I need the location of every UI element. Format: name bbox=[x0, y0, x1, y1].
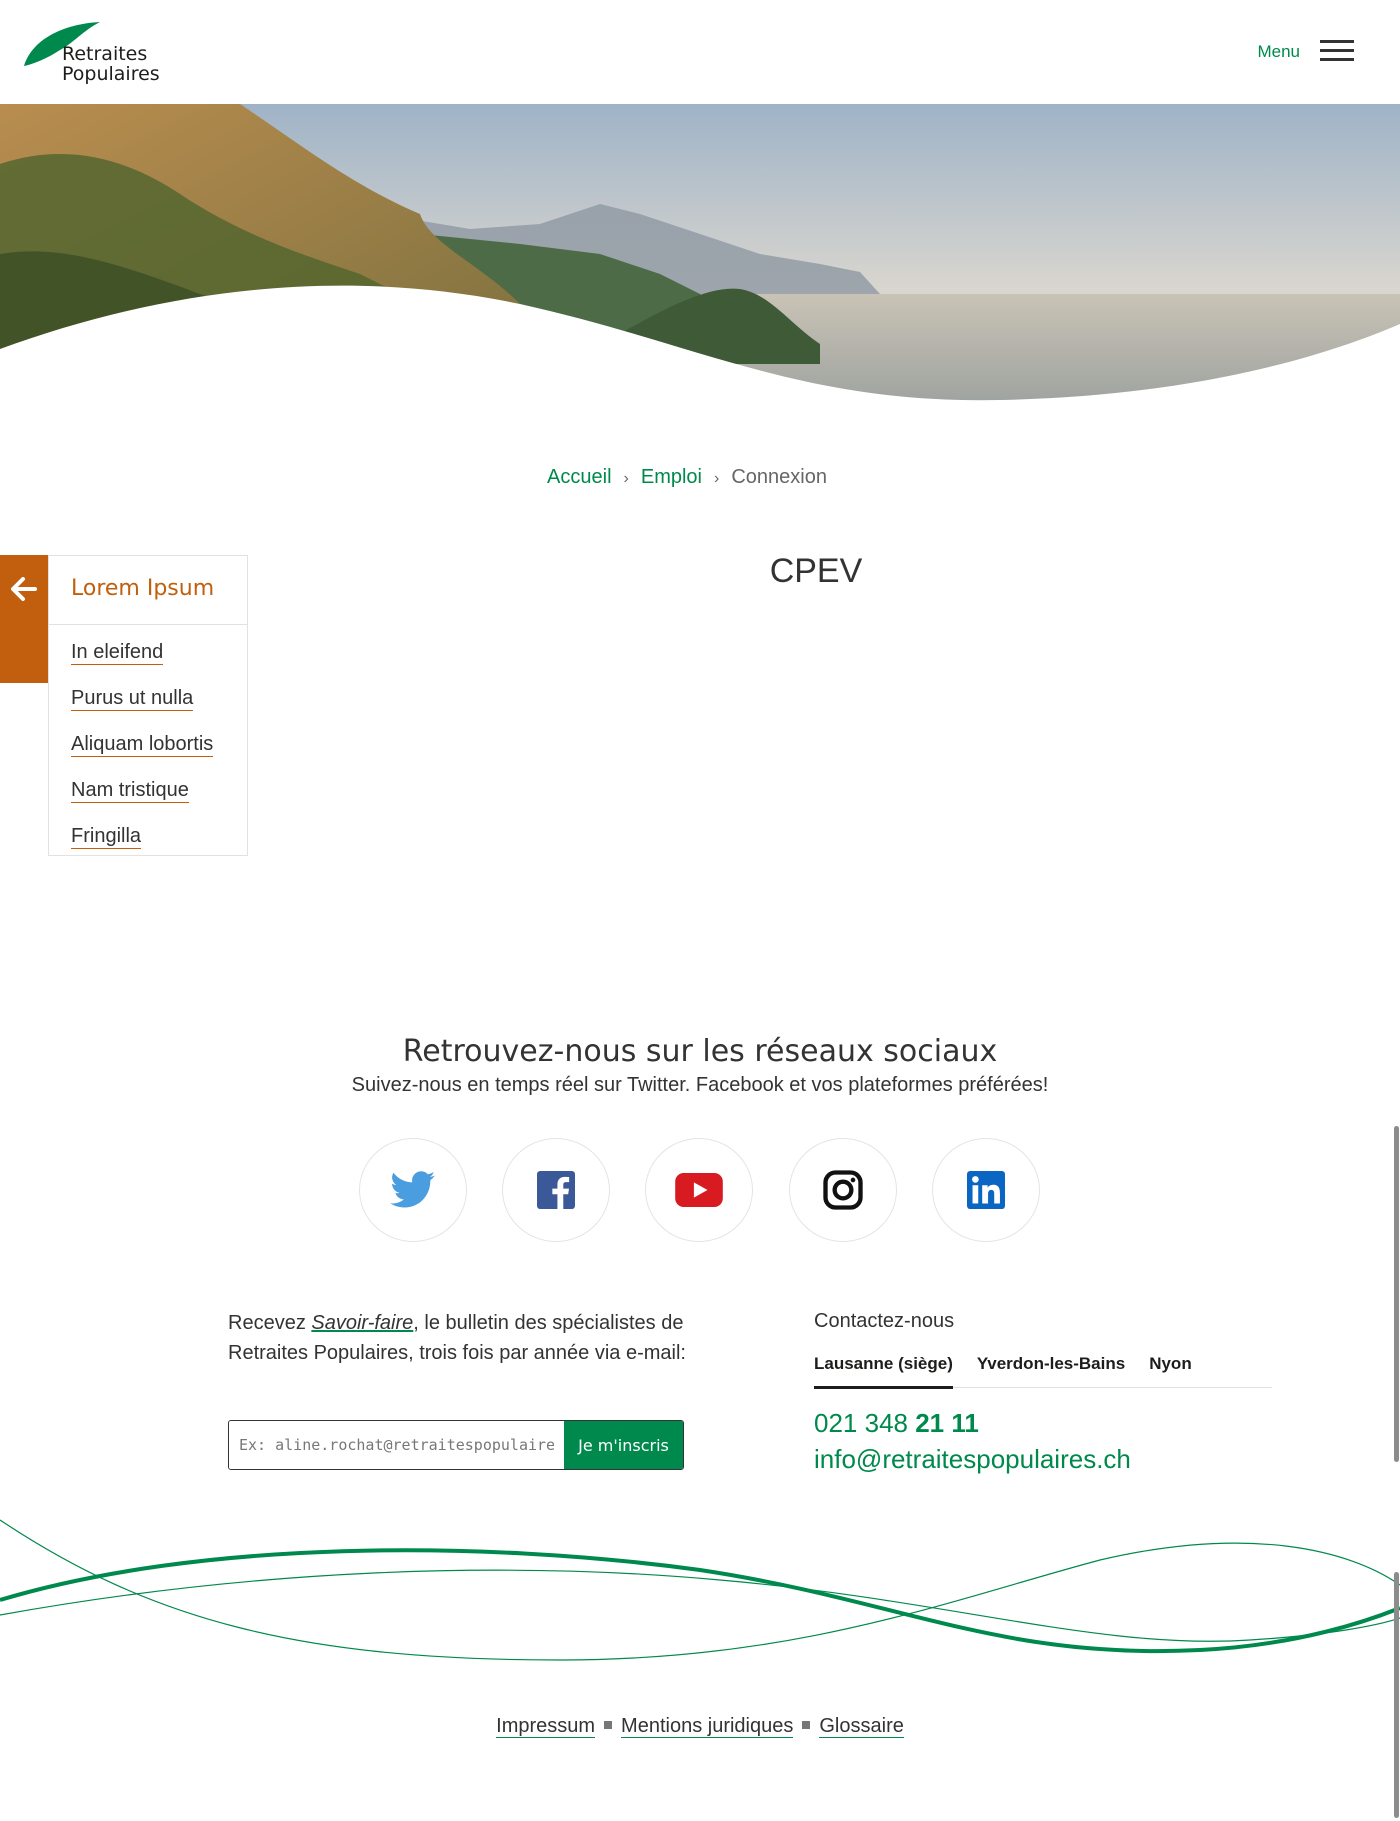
scrollbar-thumb[interactable] bbox=[1394, 1126, 1399, 1462]
hamburger-menu-icon[interactable] bbox=[1320, 40, 1354, 62]
breadcrumb-link-accueil[interactable]: Accueil bbox=[547, 466, 611, 488]
page-title: CPEV bbox=[769, 552, 863, 590]
decorative-waves bbox=[0, 1519, 1400, 1661]
sidebar-item: Purus ut nulla bbox=[71, 679, 247, 725]
footer-link-glossaire[interactable]: Glossaire bbox=[819, 1715, 904, 1738]
coastal-landscape-image bbox=[0, 104, 1400, 444]
facebook-icon bbox=[537, 1171, 575, 1209]
sidebar-item-nam-tristique[interactable]: Nam tristique bbox=[71, 779, 189, 803]
logo-text: Retraites Populaires bbox=[62, 44, 160, 84]
arrow-left-icon bbox=[11, 577, 37, 601]
footer-separator bbox=[802, 1721, 811, 1729]
breadcrumb-current: Connexion bbox=[731, 466, 827, 488]
linkedin-icon bbox=[967, 1171, 1005, 1209]
contact-email-link[interactable]: info@retraitespopulaires.ch bbox=[814, 1444, 1131, 1475]
subscribe-button[interactable]: Je m'inscris bbox=[564, 1421, 683, 1469]
sidebar-item: Aliquam lobortis bbox=[71, 725, 247, 771]
breadcrumb: Accueil › Emploi › Connexion bbox=[0, 466, 1400, 489]
sidebar-item-purus-ut-nulla[interactable]: Purus ut nulla bbox=[71, 687, 194, 711]
logo-line-2: Populaires bbox=[62, 63, 160, 85]
social-subtitle: Suivez-nous en temps réel sur Twitter. F… bbox=[351, 1074, 1049, 1096]
sidebar-item-fringilla[interactable]: Fringilla bbox=[71, 825, 142, 849]
sidebar-item-in-eleifend[interactable]: In eleifend bbox=[71, 641, 164, 665]
instagram-link[interactable] bbox=[789, 1138, 897, 1242]
youtube-icon bbox=[675, 1173, 723, 1207]
breadcrumb-link-emploi[interactable]: Emploi bbox=[641, 466, 702, 488]
hero-image bbox=[0, 104, 1400, 444]
contact-phone-link[interactable]: 021 348 21 11 bbox=[814, 1408, 979, 1439]
sidebar-item: Nam tristique bbox=[71, 771, 247, 817]
breadcrumb-separator: › bbox=[714, 470, 720, 487]
youtube-link[interactable] bbox=[645, 1138, 753, 1242]
logo[interactable]: Retraites Populaires bbox=[22, 20, 182, 84]
sidebar-panel: Lorem Ipsum In eleifend Purus ut nulla A… bbox=[48, 555, 248, 856]
instagram-icon bbox=[823, 1170, 863, 1210]
breadcrumb-separator: › bbox=[623, 470, 629, 487]
contact-tabs: Lausanne (siège) Yverdon-les-Bains Nyon bbox=[814, 1354, 1272, 1389]
newsletter-email-input[interactable] bbox=[229, 1421, 564, 1469]
tab-lausanne[interactable]: Lausanne (siège) bbox=[814, 1354, 953, 1389]
savoir-faire-link[interactable]: Savoir-faire bbox=[311, 1312, 413, 1334]
tab-nyon[interactable]: Nyon bbox=[1149, 1354, 1192, 1389]
social-title: Retrouvez-nous sur les réseaux sociaux bbox=[402, 1034, 998, 1069]
twitter-icon bbox=[390, 1171, 436, 1208]
footer-link-impressum[interactable]: Impressum bbox=[496, 1715, 596, 1738]
tab-yverdon-les-bains[interactable]: Yverdon-les-Bains bbox=[977, 1354, 1125, 1389]
sidebar-item: In eleifend bbox=[71, 633, 247, 679]
sidebar-item-aliquam-lobortis[interactable]: Aliquam lobortis bbox=[71, 733, 214, 757]
twitter-link[interactable] bbox=[359, 1138, 467, 1242]
newsletter-form: Je m'inscris bbox=[228, 1420, 684, 1470]
scrollbar-thumb-secondary[interactable] bbox=[1394, 1572, 1399, 1818]
sidebar-title: Lorem Ipsum bbox=[49, 556, 247, 625]
sidebar-list: In eleifend Purus ut nulla Aliquam lobor… bbox=[49, 625, 247, 863]
sidebar-item: Fringilla bbox=[71, 817, 247, 863]
linkedin-link[interactable] bbox=[932, 1138, 1040, 1242]
footer-links: Impressum Mentions juridiques Glossaire bbox=[0, 1715, 1400, 1738]
site-header: Retraites Populaires Menu bbox=[0, 0, 1400, 104]
facebook-link[interactable] bbox=[502, 1138, 610, 1242]
sidebar-back-button[interactable] bbox=[0, 555, 48, 683]
footer-separator bbox=[604, 1721, 613, 1729]
footer-link-mentions-juridiques[interactable]: Mentions juridiques bbox=[621, 1715, 794, 1738]
logo-line-1: Retraites bbox=[62, 43, 148, 65]
menu-label[interactable]: Menu bbox=[1257, 42, 1300, 62]
newsletter-text: Recevez Savoir-faire, le bulletin des sp… bbox=[228, 1308, 698, 1368]
newsletter-text-before: Recevez bbox=[228, 1312, 312, 1334]
phone-prefix: 021 348 bbox=[814, 1408, 916, 1438]
phone-bold: 21 11 bbox=[915, 1408, 979, 1438]
contact-title: Contactez-nous bbox=[814, 1310, 955, 1332]
